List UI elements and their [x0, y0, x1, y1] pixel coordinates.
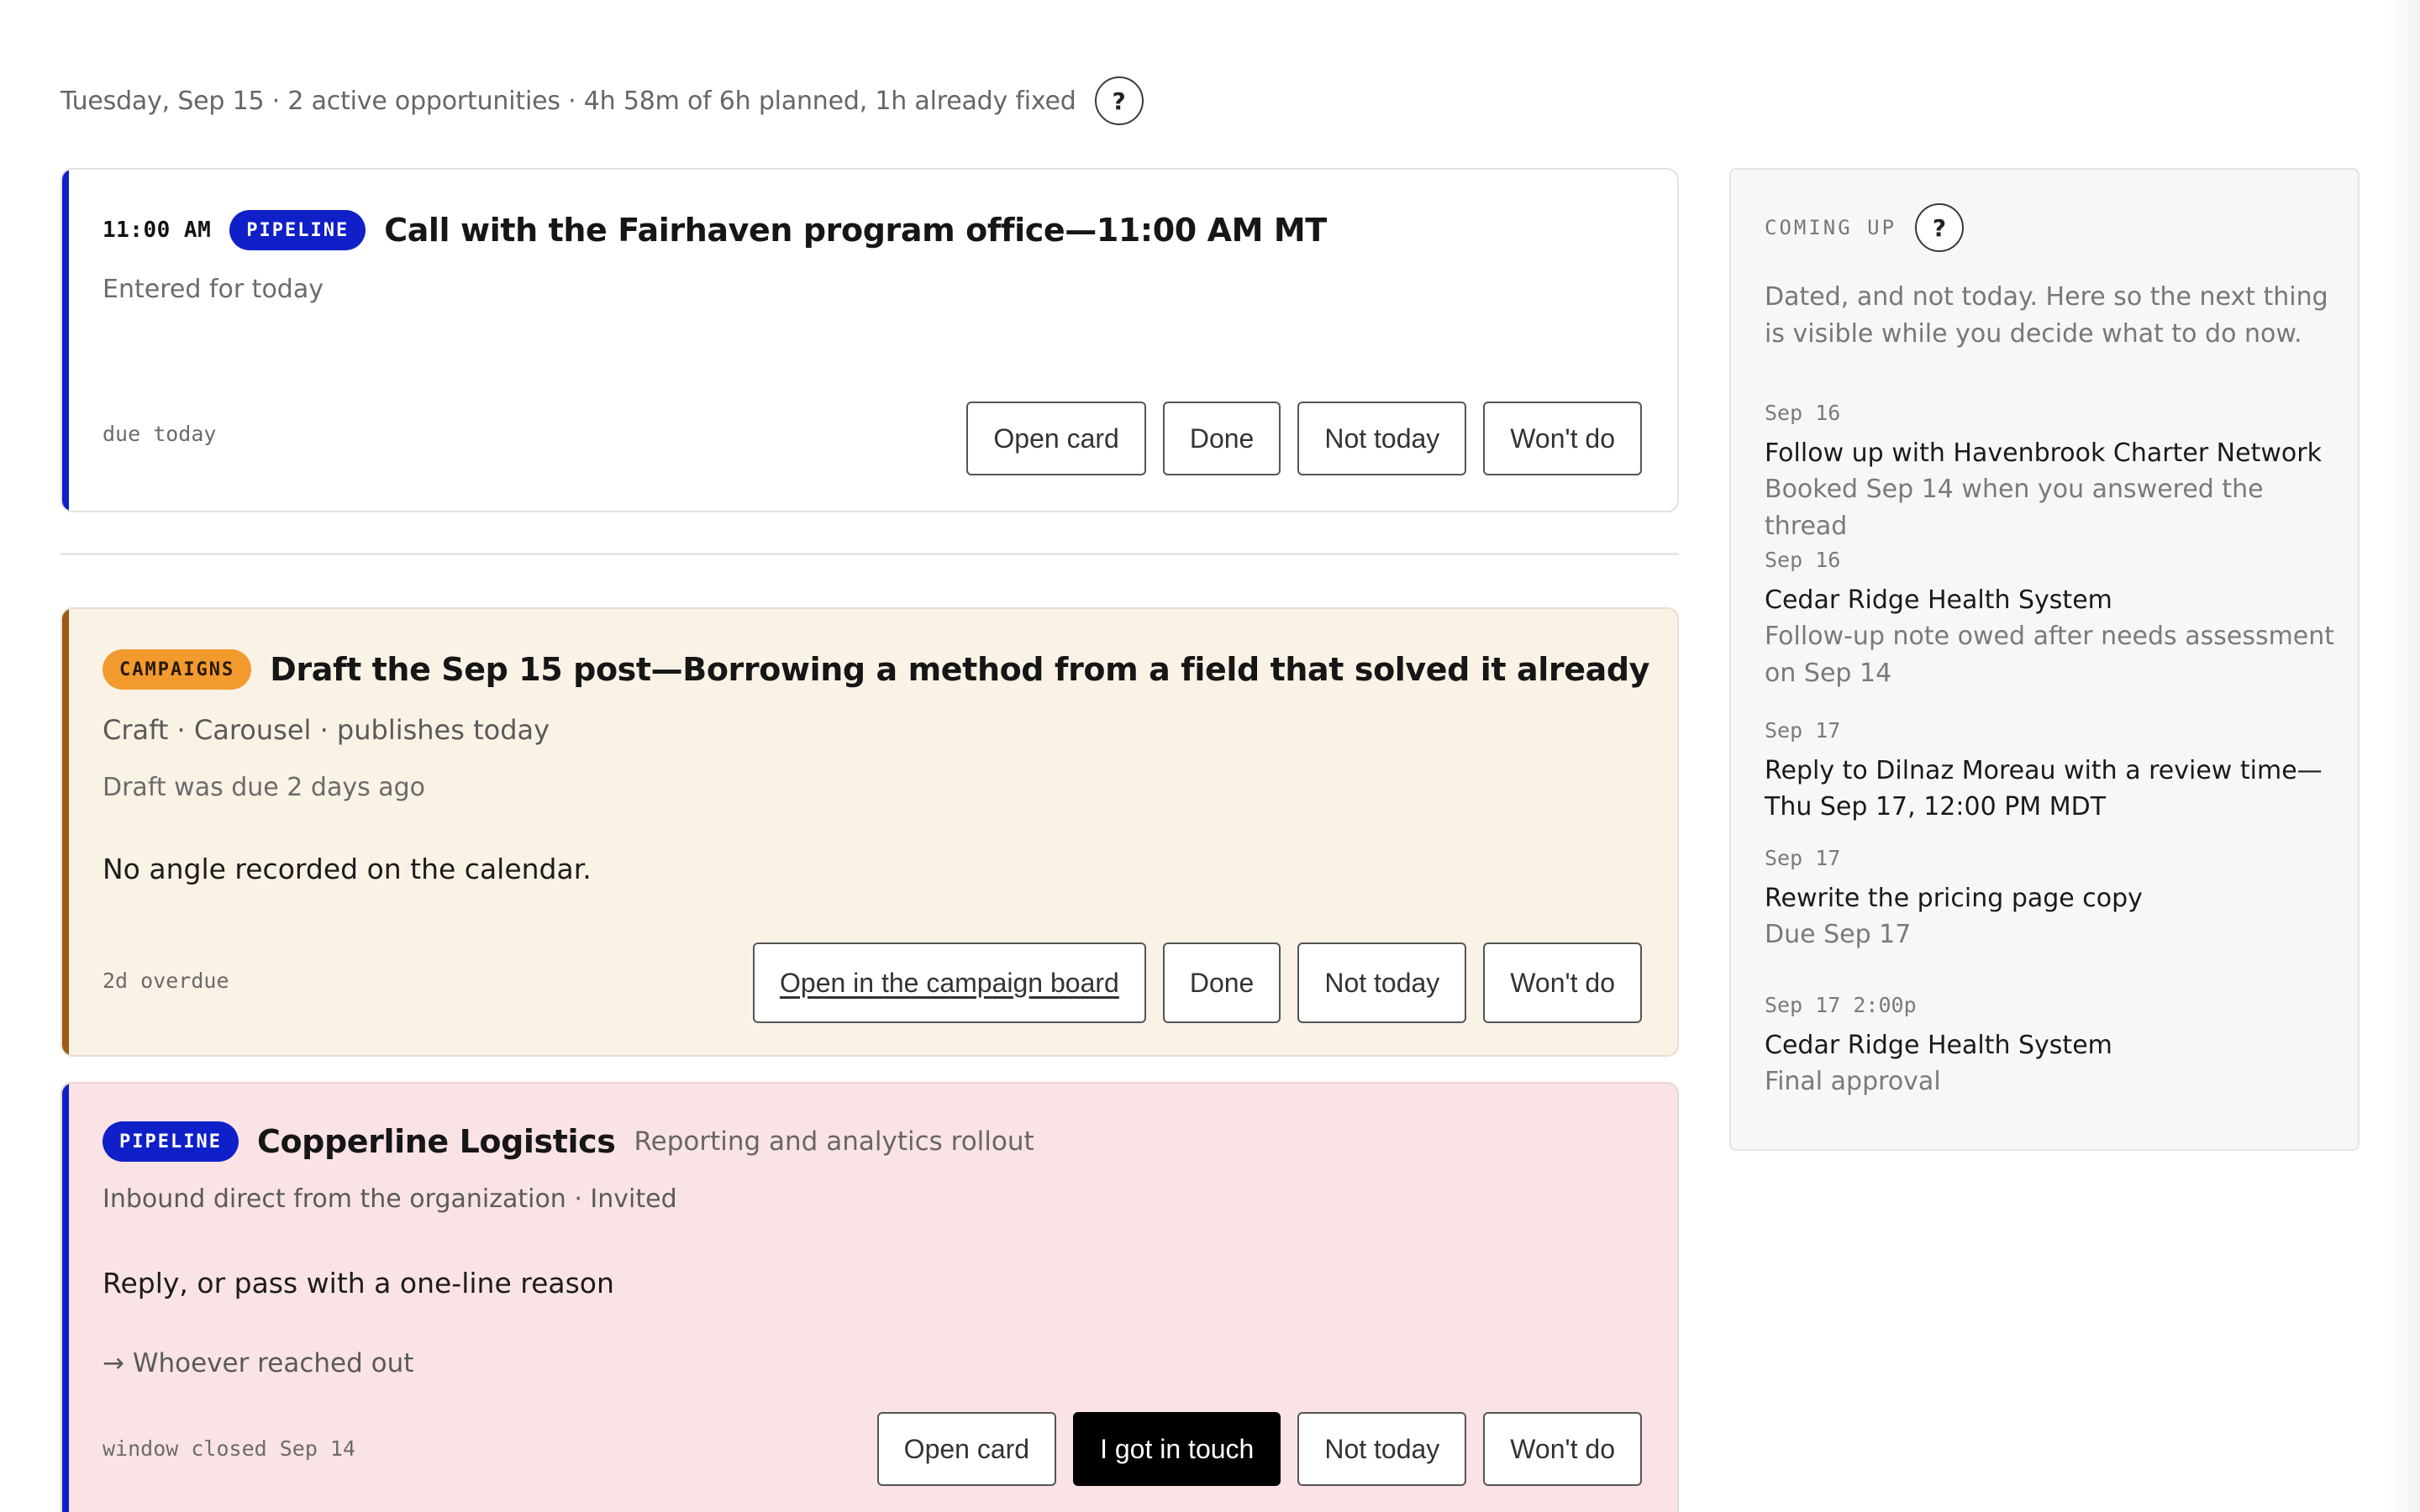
coming-up-panel: COMING UP ? Dated, and not today. Here s…	[1729, 168, 2360, 1151]
item-date: Sep 16	[1765, 548, 1841, 572]
task-card-fairhaven-call: 11:00 AM PIPELINE Call with the Fairhave…	[60, 168, 1679, 512]
item-note: Due Sep 17	[1765, 920, 1912, 949]
done-button[interactable]: Done	[1162, 402, 1281, 475]
open-campaign-board-button[interactable]: Open in the campaign board	[753, 942, 1146, 1023]
section-divider	[60, 553, 1679, 555]
wont-do-button[interactable]: Won't do	[1483, 402, 1642, 475]
card-instruction-line: Reply, or pass with a one-line reason	[103, 1267, 614, 1299]
card-subtitle: Reporting and analytics rollout	[634, 1126, 1034, 1157]
item-date: Sep 17 2:00p	[1765, 993, 1917, 1017]
item-title: Cedar Ridge Health System	[1765, 1031, 2112, 1060]
coming-up-intro: Dated, and not today. Here so the next t…	[1765, 282, 2328, 349]
open-card-button[interactable]: Open card	[966, 402, 1146, 475]
item-date: Sep 16	[1765, 401, 1841, 425]
window-edge-shadow	[2386, 0, 2420, 1512]
help-button[interactable]: ?	[1094, 76, 1144, 125]
not-today-button[interactable]: Not today	[1297, 402, 1467, 475]
card-source-line: Inbound direct from the organization · I…	[103, 1184, 677, 1214]
got-in-touch-button[interactable]: I got in touch	[1073, 1412, 1281, 1486]
not-today-button[interactable]: Not today	[1297, 942, 1467, 1023]
item-title: Follow up with Havenbrook Charter Networ…	[1765, 438, 2322, 468]
card-overdue-line: Draft was due 2 days ago	[103, 773, 426, 802]
coming-up-item[interactable]: Sep 17 Rewrite the pricing page copy Due…	[1765, 846, 2336, 953]
open-card-button[interactable]: Open card	[876, 1412, 1057, 1486]
coming-up-help-button[interactable]: ?	[1915, 203, 1965, 252]
item-note: Follow-up note owed after needs assessme…	[1765, 622, 2335, 688]
pipeline-badge: PIPELINE	[103, 1121, 239, 1162]
coming-up-item[interactable]: Sep 16 Cedar Ridge Health System Follow-…	[1765, 548, 2336, 692]
card-title: Call with the Fairhaven program office—1…	[384, 212, 1327, 249]
card-note-line: No angle recorded on the calendar.	[103, 853, 592, 885]
card-time: 11:00 AM	[103, 218, 212, 243]
item-date: Sep 17	[1765, 846, 1841, 870]
card-contact-line: → Whoever reached out	[103, 1348, 414, 1378]
card-title: Draft the Sep 15 post—Borrowing a method…	[270, 651, 1649, 688]
card-meta-line: Craft · Carousel · publishes today	[103, 714, 550, 746]
overdue-label: 2d overdue	[103, 969, 229, 993]
task-card-campaign-draft: CAMPAIGNS Draft the Sep 15 post—Borrowin…	[60, 607, 1679, 1057]
day-summary-header: Tuesday, Sep 15 · 2 active opportunities…	[60, 76, 1144, 126]
task-card-copperline: PIPELINE Copperline Logistics Reporting …	[60, 1082, 1679, 1512]
due-label: due today	[103, 422, 217, 446]
card-status-line: Entered for today	[103, 275, 324, 304]
window-label: window closed Sep 14	[103, 1436, 356, 1461]
item-title: Cedar Ridge Health System	[1765, 585, 2112, 615]
item-note: Final approval	[1765, 1067, 1941, 1096]
pipeline-badge: PIPELINE	[229, 210, 366, 250]
item-note: Booked Sep 14 when you answered the thre…	[1765, 475, 2264, 541]
item-date: Sep 17	[1765, 718, 1841, 743]
card-title: Copperline Logistics	[256, 1123, 616, 1160]
coming-up-item[interactable]: Sep 16 Follow up with Havenbrook Charter…	[1765, 401, 2336, 545]
coming-up-item[interactable]: Sep 17 2:00p Cedar Ridge Health System F…	[1765, 993, 2336, 1100]
done-button[interactable]: Done	[1162, 942, 1281, 1023]
campaigns-badge: CAMPAIGNS	[103, 649, 252, 690]
wont-do-button[interactable]: Won't do	[1483, 942, 1642, 1023]
coming-up-heading: COMING UP	[1765, 216, 1897, 239]
item-title: Reply to Dilnaz Moreau with a review tim…	[1765, 756, 2323, 822]
day-summary-text: Tuesday, Sep 15 · 2 active opportunities…	[60, 86, 1076, 116]
item-title: Rewrite the pricing page copy	[1765, 884, 2143, 913]
not-today-button[interactable]: Not today	[1297, 1412, 1467, 1486]
coming-up-item[interactable]: Sep 17 Reply to Dilnaz Moreau with a rev…	[1765, 718, 2336, 825]
wont-do-button[interactable]: Won't do	[1483, 1412, 1642, 1486]
